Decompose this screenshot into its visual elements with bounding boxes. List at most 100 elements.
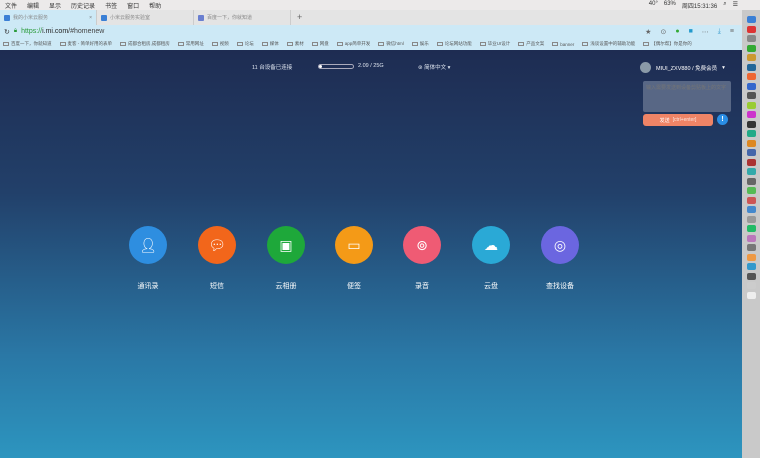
dock-app-icon[interactable] <box>746 263 756 270</box>
extension-icon[interactable]: ■ <box>689 28 693 36</box>
dock-app-icon[interactable] <box>746 92 756 99</box>
bookmark-item[interactable]: 素材 <box>286 41 304 47</box>
battery[interactable]: 63% <box>664 1 676 10</box>
bookmark-item[interactable]: 产品文案 <box>518 41 544 47</box>
user-menu[interactable]: MIUI_ZXV880 / 免费会员 ▾ <box>640 62 725 73</box>
dock-app-icon[interactable] <box>746 234 756 242</box>
menu-icon[interactable]: ≡ <box>730 28 734 36</box>
app-4[interactable]: ⊚ 录音 <box>392 226 452 291</box>
bookmark-item[interactable]: 视频 <box>211 41 229 47</box>
bookmark-item[interactable]: 成都合租房,成都租房 <box>120 41 170 47</box>
url-input[interactable]: https://i.mi.com/#homenew <box>21 28 104 35</box>
menu-help[interactable]: 帮助 <box>149 1 161 10</box>
dock-app-icon[interactable] <box>746 168 756 175</box>
devices-connected[interactable]: 11 台设备已连接 <box>252 63 292 71</box>
app-label: 云盘 <box>484 283 498 290</box>
dock-app-icon[interactable] <box>746 101 756 109</box>
star-icon[interactable]: ★ <box>645 28 651 36</box>
folder-icon <box>177 41 184 46</box>
dock-app-icon[interactable] <box>746 73 756 80</box>
dock-app-icon[interactable] <box>746 291 756 299</box>
bookmark-item[interactable]: 常用网址 <box>177 41 204 47</box>
tab-bar: 我的小米云服务 × 小米云服务实验室 百度一下，你就知道 + <box>0 10 742 25</box>
temperature: 40° <box>648 1 658 7</box>
folder-icon <box>479 41 486 46</box>
dock-app-icon[interactable] <box>746 282 756 289</box>
menu-history[interactable]: 历史记录 <box>71 1 95 10</box>
app-5[interactable]: ☁︎ 云盘 <box>461 226 521 291</box>
clock[interactable]: 周四15:31:36 <box>682 1 717 10</box>
dock-app-icon[interactable] <box>746 130 756 137</box>
send-button[interactable]: 发送 [ctrl+enter] <box>643 114 713 126</box>
menu-list-icon[interactable]: ☰ <box>733 1 738 10</box>
folder-icon <box>643 41 650 46</box>
dock-app-icon[interactable] <box>746 149 756 156</box>
folder-icon <box>582 41 589 46</box>
bookmark-item[interactable]: 网盘 <box>311 41 329 47</box>
bookmark-item[interactable]: 论坛 <box>236 41 254 47</box>
dock-app-icon[interactable] <box>746 35 756 42</box>
dock-app-icon[interactable] <box>746 158 756 166</box>
app-icon: ▣ <box>267 226 305 264</box>
reload-icon[interactable]: ↻ <box>4 28 10 36</box>
app-2[interactable]: ▣ 云相册 <box>256 226 316 291</box>
bookmark-item[interactable]: 论坛网站功能 <box>436 41 472 47</box>
app-0[interactable]: 👤︎ 通讯录 <box>118 226 178 291</box>
dock-app-icon[interactable] <box>746 272 756 280</box>
clipboard-input[interactable] <box>643 81 731 112</box>
bookmark-item[interactable]: 百度一下，你就知道 <box>3 41 52 47</box>
folder-icon <box>236 41 243 46</box>
info-icon[interactable]: ! <box>717 114 728 125</box>
dock-app-icon[interactable] <box>746 196 756 204</box>
dock-app-icon[interactable] <box>746 253 756 261</box>
extension-icon[interactable]: ● <box>675 28 679 36</box>
menu-bookmarks[interactable]: 书签 <box>105 1 117 10</box>
address-bar: ↻ 🔒︎ https://i.mi.com/#homenew ★ ⊙ ● ■ ⋯… <box>0 25 742 38</box>
app-3[interactable]: ▭ 便签 <box>324 226 384 291</box>
folder-icon <box>311 41 318 46</box>
tab-baidu[interactable]: 百度一下，你就知道 <box>194 10 291 25</box>
dock-app-icon[interactable] <box>746 63 756 71</box>
bookmark-item[interactable]: 【偶尔帮】你是你的 <box>643 41 692 47</box>
bookmark-item[interactable]: app简单开发 <box>336 41 370 47</box>
menu-window[interactable]: 窗口 <box>127 1 139 10</box>
play-icon[interactable]: ⊙ <box>660 28 666 36</box>
bookmark-item[interactable]: 毕业UI设计 <box>479 41 510 47</box>
dock-app-icon[interactable] <box>746 25 756 33</box>
bookmark-item[interactable]: 微信html <box>378 41 404 47</box>
bookmark-item[interactable]: 娱乐 <box>411 41 429 47</box>
more-icon[interactable]: ⋯ <box>702 28 709 36</box>
bookmark-item[interactable]: 媒体 <box>261 41 279 47</box>
menu-edit[interactable]: 编辑 <box>27 1 39 10</box>
dock-app-icon[interactable] <box>746 225 756 232</box>
dock-app-icon[interactable] <box>746 120 756 128</box>
close-icon[interactable]: × <box>89 15 92 21</box>
search-icon[interactable]: ⌕ <box>723 1 726 10</box>
bookmark-item[interactable]: 麦客 - 简单好用的表单 <box>59 41 112 47</box>
dock-app-icon[interactable] <box>746 111 756 118</box>
dock-app-icon[interactable] <box>746 244 756 251</box>
dock-app-icon[interactable] <box>746 16 756 23</box>
dock-app-icon[interactable] <box>746 187 756 194</box>
dock-app-icon[interactable] <box>746 215 756 223</box>
language-selector[interactable]: ⊛ 简体中文 ▾ <box>418 63 450 71</box>
dock-app-icon[interactable] <box>746 139 756 147</box>
folder-icon <box>378 41 385 46</box>
dock-app-icon[interactable] <box>746 82 756 90</box>
tab-mi-lab[interactable]: 小米云服务实验室 <box>97 10 194 25</box>
bookmark-item[interactable]: banner <box>552 42 574 47</box>
menu-file[interactable]: 文件 <box>5 1 17 10</box>
app-1[interactable]: 💬︎ 短信 <box>187 226 247 291</box>
new-tab-button[interactable]: + <box>291 10 308 25</box>
storage-used: 2.09 / 25G <box>358 63 384 69</box>
dock-app-icon[interactable] <box>746 54 756 61</box>
bookmark-item[interactable]: 浅谈设置中的辅助功能 <box>582 41 635 47</box>
download-icon[interactable]: ⤓ <box>718 28 721 36</box>
dock-app-icon[interactable] <box>746 206 756 213</box>
menu-view[interactable]: 显示 <box>49 1 61 10</box>
dock-app-icon[interactable] <box>746 44 756 52</box>
folder-icon <box>3 41 9 46</box>
app-6[interactable]: ◎ 查找设备 <box>530 226 590 291</box>
dock-app-icon[interactable] <box>746 177 756 185</box>
tab-mi-cloud[interactable]: 我的小米云服务 × <box>0 10 97 25</box>
